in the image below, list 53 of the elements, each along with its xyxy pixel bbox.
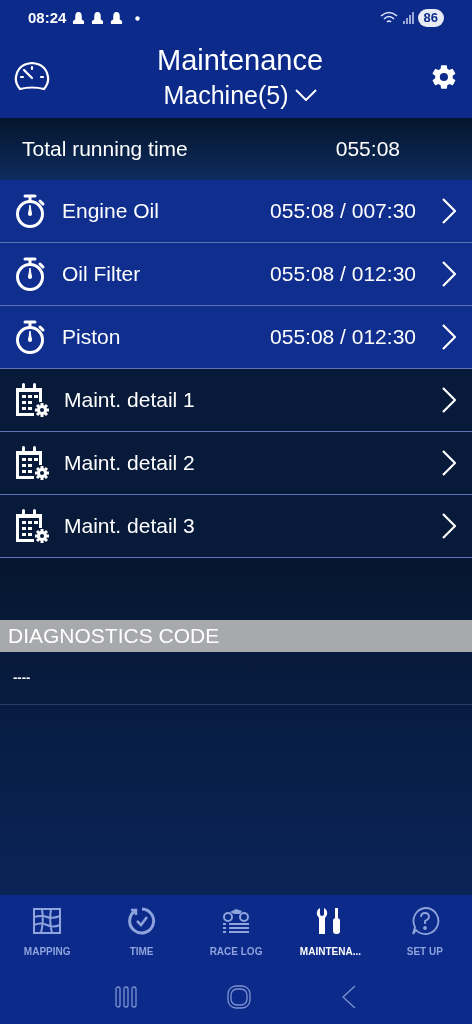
- maintenance-item[interactable]: Engine Oil 055:08 / 007:30: [0, 180, 472, 243]
- maintenance-item[interactable]: Maint. detail 1: [0, 369, 472, 432]
- chevron-right-icon: [442, 387, 456, 413]
- calendar-gear-icon: [14, 382, 50, 418]
- item-label: Maint. detail 2: [64, 450, 196, 477]
- nav-tab[interactable]: SET UP: [377, 895, 472, 970]
- wifi-icon: [379, 11, 398, 25]
- diagnostics-code: ----: [13, 669, 31, 688]
- item-label: Engine Oil: [62, 198, 160, 225]
- motorbike-list-icon: [221, 906, 251, 936]
- nav-tab[interactable]: TIME: [94, 895, 189, 970]
- total-label: Total running time: [22, 136, 189, 163]
- chevron-right-icon: [442, 198, 456, 224]
- nav-tab[interactable]: MAINTENA...: [283, 895, 378, 970]
- item-label: Maint. detail 1: [64, 387, 196, 414]
- signal-icon: [401, 11, 414, 25]
- chevron-down-icon: [294, 89, 317, 101]
- help-icon: [409, 906, 440, 936]
- speedometer-icon[interactable]: [14, 61, 50, 93]
- chevron-right-icon: [442, 261, 456, 287]
- item-label: Piston: [62, 324, 122, 351]
- status-time: 08:24: [28, 7, 67, 28]
- item-label: Oil Filter: [62, 261, 142, 288]
- recent-apps-icon[interactable]: [115, 986, 137, 1008]
- map-icon: [32, 906, 63, 936]
- clock-icon: [126, 906, 157, 936]
- home-icon[interactable]: [227, 985, 251, 1009]
- ghost-icon: [91, 11, 105, 25]
- item-reading: 055:08 / 007:30: [270, 198, 416, 225]
- settings-icon[interactable]: [430, 63, 458, 91]
- maintenance-item[interactable]: Oil Filter 055:08 / 012:30: [0, 243, 472, 306]
- page-title: Maintenance: [156, 43, 324, 78]
- chevron-right-icon: [442, 324, 456, 350]
- maintenance-item[interactable]: Piston 055:08 / 012:30: [0, 306, 472, 369]
- chevron-right-icon: [442, 513, 456, 539]
- nav-tab[interactable]: MAPPING: [0, 895, 95, 970]
- item-reading: 055:08 / 012:30: [270, 261, 416, 288]
- battery-level: 86: [417, 9, 444, 27]
- back-icon[interactable]: [341, 985, 357, 1009]
- ghost-icon: [72, 11, 86, 25]
- total-value: 055:08: [335, 136, 400, 163]
- item-reading: 055:08 / 012:30: [270, 324, 416, 351]
- ghost-icon: [110, 11, 124, 25]
- machine-dropdown[interactable]: Machine(5): [163, 78, 317, 112]
- chevron-right-icon: [442, 450, 456, 476]
- item-label: Maint. detail 3: [64, 513, 196, 540]
- maintenance-item[interactable]: Maint. detail 3: [0, 495, 472, 558]
- section-title: DIAGNOSTICS CODE: [8, 623, 220, 650]
- calendar-gear-icon: [14, 445, 50, 481]
- nav-tab[interactable]: RACE LOG: [188, 895, 284, 970]
- dot-icon: [135, 15, 141, 21]
- calendar-gear-icon: [14, 508, 50, 544]
- maintenance-item[interactable]: Maint. detail 2: [0, 432, 472, 495]
